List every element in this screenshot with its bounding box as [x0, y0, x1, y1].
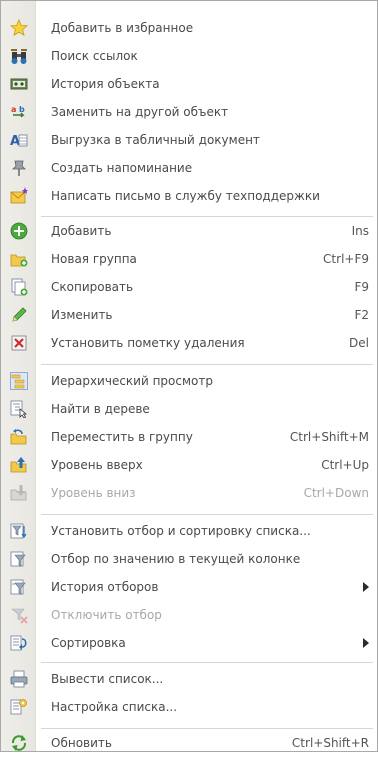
menu-item-output-list[interactable]: Вывести список... [1, 665, 377, 693]
menu-item-shortcut: Ctrl+Shift+M [289, 430, 369, 444]
menu-item-label: Сортировка [51, 636, 126, 650]
context-menu: Добавить в избранное Поиск ссылок Истори… [0, 0, 378, 752]
menu-item-label: Настройка списка... [51, 700, 178, 714]
menu-item-label: История отборов [51, 580, 159, 594]
menu-item-email-support[interactable]: Написать письмо в службу техподдержки [1, 182, 377, 210]
menu-item-add-to-favorites[interactable]: Добавить в избранное [1, 14, 377, 42]
menu-separator [41, 514, 373, 515]
menu-item-shortcut: Ctrl+F9 [323, 252, 369, 266]
menu-item-label: Изменить [51, 308, 113, 322]
menu-item-hierarchical-view[interactable]: Иерархический просмотр [1, 367, 377, 395]
menu-item-label: Выгрузка в табличный документ [51, 133, 260, 147]
star-icon [10, 19, 28, 37]
refresh-icon [11, 735, 27, 751]
svg-text:b: b [19, 105, 25, 114]
sort-icon [10, 635, 27, 651]
menu-item-copy[interactable]: Скопировать F9 [1, 273, 377, 301]
menu-item-mark-for-deletion[interactable]: Установить пометку удаления Del [1, 329, 377, 357]
menu-item-set-filter-and-sort[interactable]: Установить отбор и сортировку списка... [1, 517, 377, 545]
menu-item-label: Отбор по значению в текущей колонке [51, 552, 301, 566]
find-in-tree-icon [10, 400, 28, 418]
menu-item-level-down: Уровень вниз Ctrl+Down [1, 479, 377, 507]
menu-item-label: Вывести список... [51, 672, 164, 686]
history-icon [10, 78, 28, 90]
filter-by-value-icon [10, 551, 26, 567]
menu-item-label: Уровень вверх [51, 458, 143, 472]
menu-item-filter-history[interactable]: История отборов [1, 573, 377, 601]
menu-item-replace-object[interactable]: a b Заменить на другой объект [1, 98, 377, 126]
menu-item-label: Иерархический просмотр [51, 374, 213, 388]
menu-item-label: Скопировать [51, 280, 134, 294]
replace-icon: a b [11, 105, 25, 118]
menu-item-disable-filter: Отключить отбор [1, 601, 377, 629]
menu-item-add[interactable]: Добавить Ins [1, 217, 377, 245]
menu-item-label: Написать письмо в службу техподдержки [51, 189, 320, 203]
menu-item-label: Новая группа [51, 252, 137, 266]
menu-item-level-up[interactable]: Уровень вверх Ctrl+Up [1, 451, 377, 479]
mail-icon [10, 187, 28, 204]
pencil-icon [12, 307, 27, 322]
menu-item-find-in-tree[interactable]: Найти в дереве [1, 395, 377, 423]
menu-item-sort[interactable]: Сортировка [1, 629, 377, 657]
menu-item-object-history[interactable]: История объекта [1, 70, 377, 98]
menu-item-label: История объекта [51, 77, 160, 91]
level-down-icon [10, 485, 27, 501]
menu-item-edit[interactable]: Изменить F2 [1, 301, 377, 329]
menu-item-filter-by-value[interactable]: Отбор по значению в текущей колонке [1, 545, 377, 573]
menu-item-create-reminder[interactable]: Создать напоминание [1, 154, 377, 182]
menu-item-shortcut: Del [349, 336, 369, 350]
submenu-arrow-icon [363, 582, 369, 592]
menu-item-label: Заменить на другой объект [51, 105, 229, 119]
menu-item-find-references[interactable]: Поиск ссылок [1, 42, 377, 70]
menu-item-shortcut: Ins [351, 224, 369, 238]
filter-history-icon [10, 579, 26, 595]
menu-item-label: Поиск ссылок [51, 49, 138, 63]
menu-item-label: Добавить [51, 224, 112, 238]
menu-item-refresh[interactable]: Обновить Ctrl+Shift+R [1, 729, 377, 757]
menu-item-label: Создать напоминание [51, 161, 193, 175]
menu-item-label: Добавить в избранное [51, 21, 194, 35]
export-table-icon: A [10, 134, 28, 149]
menu-item-label: Обновить [51, 736, 112, 750]
copy-icon [11, 278, 28, 296]
filter-sort-icon [10, 523, 27, 539]
menu-item-label: Отключить отбор [51, 608, 162, 622]
move-to-group-icon [10, 429, 27, 445]
menu-item-label: Установить отбор и сортировку списка... [51, 524, 311, 538]
menu-item-shortcut: Ctrl+Down [303, 486, 369, 500]
print-list-icon [10, 670, 28, 688]
menu-separator [41, 662, 373, 663]
menu-item-label: Переместить в группу [51, 430, 193, 444]
hierarchy-icon [10, 372, 28, 390]
menu-item-shortcut: Ctrl+Up [321, 458, 369, 472]
menu-item-new-group[interactable]: Новая группа Ctrl+F9 [1, 245, 377, 273]
new-folder-icon [10, 254, 28, 267]
binoculars-icon [11, 49, 27, 64]
menu-item-label: Найти в дереве [51, 402, 150, 416]
menu-item-export-spreadsheet[interactable]: A Выгрузка в табличный документ [1, 126, 377, 154]
menu-item-shortcut: F9 [354, 280, 369, 294]
add-icon [10, 222, 28, 240]
svg-text:a: a [11, 105, 16, 114]
menu-item-label: Установить пометку удаления [51, 336, 245, 350]
menu-item-shortcut: Ctrl+Shift+R [291, 736, 369, 750]
svg-text:A: A [10, 134, 20, 149]
level-up-icon [10, 457, 27, 473]
submenu-arrow-icon [363, 638, 369, 648]
delete-mark-icon [11, 335, 27, 351]
menu-separator [41, 364, 373, 365]
pin-icon [12, 160, 26, 176]
menu-item-list-settings[interactable]: Настройка списка... [1, 693, 377, 721]
menu-item-shortcut: F2 [354, 308, 369, 322]
list-settings-icon [10, 699, 27, 715]
menu-item-move-to-group[interactable]: Переместить в группу Ctrl+Shift+M [1, 423, 377, 451]
filter-off-icon [11, 608, 28, 624]
menu-item-label: Уровень вниз [51, 486, 136, 500]
